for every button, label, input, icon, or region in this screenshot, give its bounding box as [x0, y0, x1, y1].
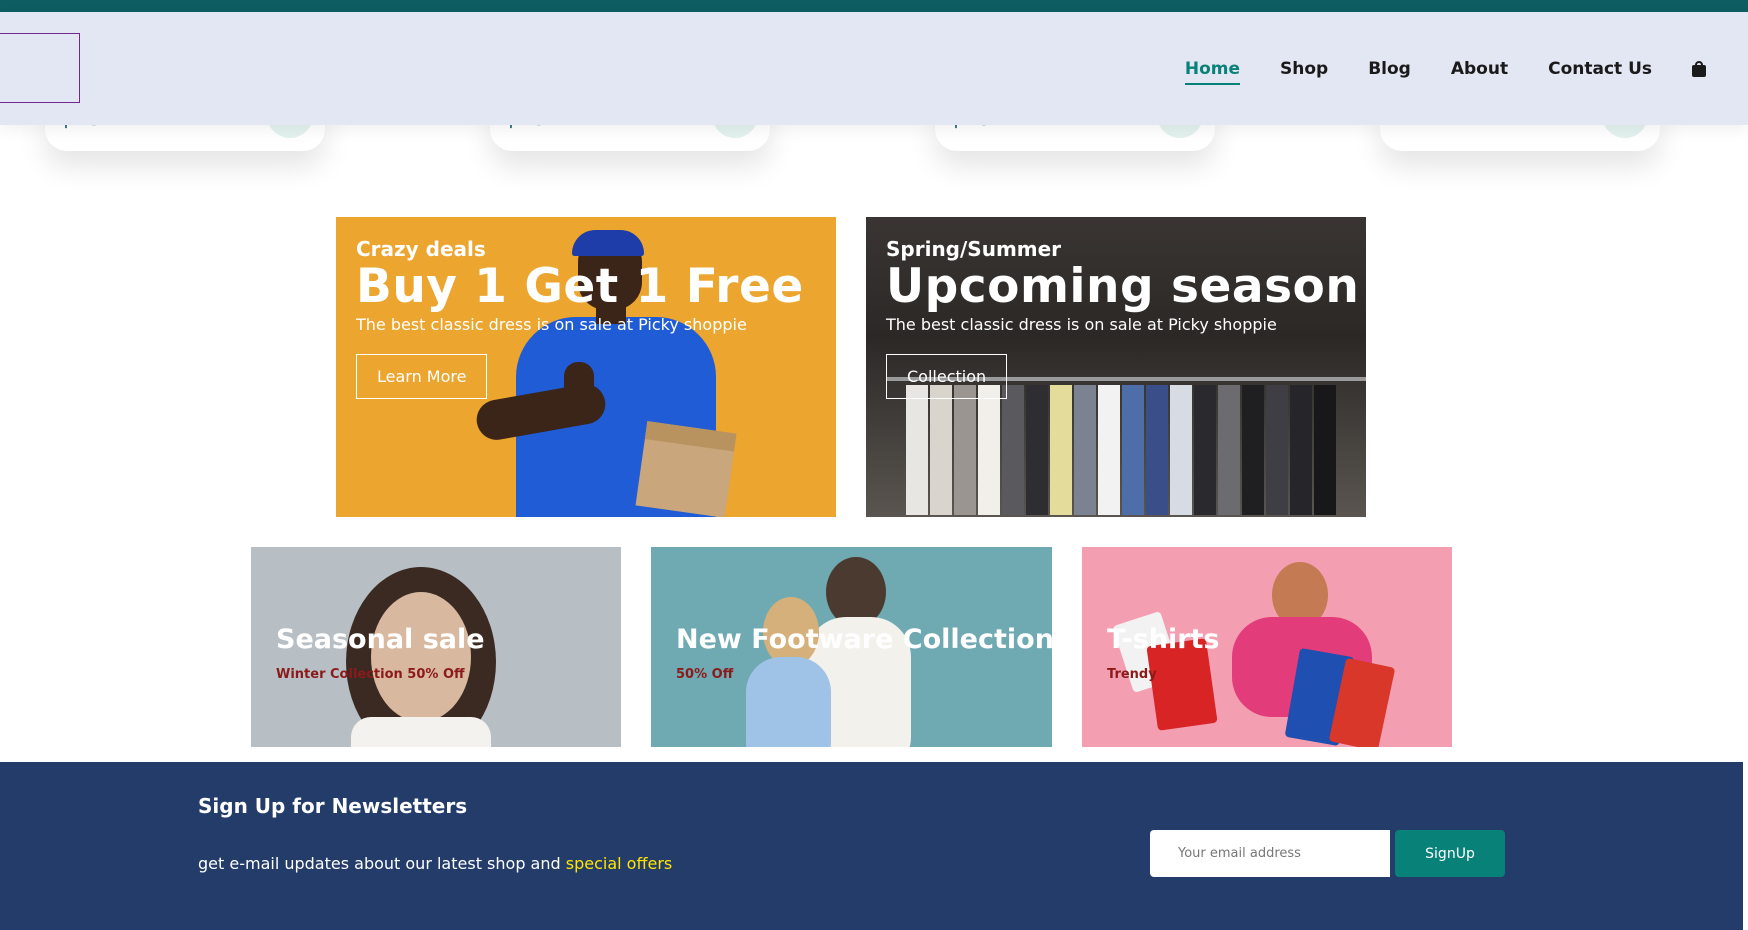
top-accent-bar	[0, 0, 1748, 12]
small-banner-title: Seasonal sale	[276, 624, 485, 655]
main-nav: Home Shop Blog About Contact Us	[1145, 12, 1748, 125]
banner-heading: Buy 1 Get 1 Free	[356, 259, 804, 314]
nav-home[interactable]: Home	[1184, 59, 1241, 85]
newsletter-highlight: special offers	[565, 854, 673, 873]
newsletter-title: Sign Up for Newsletters	[198, 794, 468, 818]
banner-t-shirts[interactable]: T-shirts Trendy	[1082, 547, 1452, 747]
nav-about[interactable]: About	[1451, 59, 1508, 79]
newsletter-section: Sign Up for Newsletters get e-mail updat…	[0, 762, 1743, 930]
nav-contact[interactable]: Contact Us	[1548, 59, 1652, 79]
small-banner-tag: Trendy	[1107, 667, 1157, 682]
small-banner-title: New Footware Collection	[676, 624, 1052, 655]
banner-subtitle: Crazy deals	[356, 237, 486, 261]
banner-upcoming-season: Spring/Summer Upcoming season The best c…	[866, 217, 1366, 517]
banner-seasonal-sale[interactable]: Seasonal sale Winter Collection 50% Off	[251, 547, 621, 747]
learn-more-button[interactable]: Learn More	[356, 354, 488, 399]
small-banner-tag: 50% Off	[676, 667, 734, 682]
banner-footware-collection[interactable]: New Footware Collection 50% Off	[651, 547, 1052, 747]
logo-placeholder[interactable]	[0, 33, 80, 103]
site-header: Home Shop Blog About Contact Us	[0, 12, 1748, 125]
small-banner-tag: Winter Collection 50% Off	[276, 667, 465, 682]
small-banner-title: T-shirts	[1107, 624, 1220, 655]
banner-heading: Upcoming season	[886, 259, 1360, 314]
collection-button[interactable]: Collection	[886, 354, 1008, 399]
newsletter-text: get e-mail updates about our latest shop…	[198, 854, 672, 873]
signup-button[interactable]: SignUp	[1395, 830, 1505, 877]
banner-subtitle: Spring/Summer	[886, 237, 1062, 261]
banner-description: The best classic dress is on sale at Pic…	[886, 315, 1277, 334]
nav-shop[interactable]: Shop	[1280, 59, 1328, 79]
nav-blog[interactable]: Blog	[1368, 59, 1411, 79]
newsletter-text-body: get e-mail updates about our latest shop…	[198, 854, 566, 873]
email-input[interactable]	[1150, 830, 1390, 877]
banner-crazy-deals: Crazy deals Buy 1 Get 1 Free The best cl…	[336, 217, 836, 517]
shopping-bag-icon[interactable]	[1692, 60, 1706, 77]
banner-description: The best classic dress is on sale at Pic…	[356, 315, 747, 334]
